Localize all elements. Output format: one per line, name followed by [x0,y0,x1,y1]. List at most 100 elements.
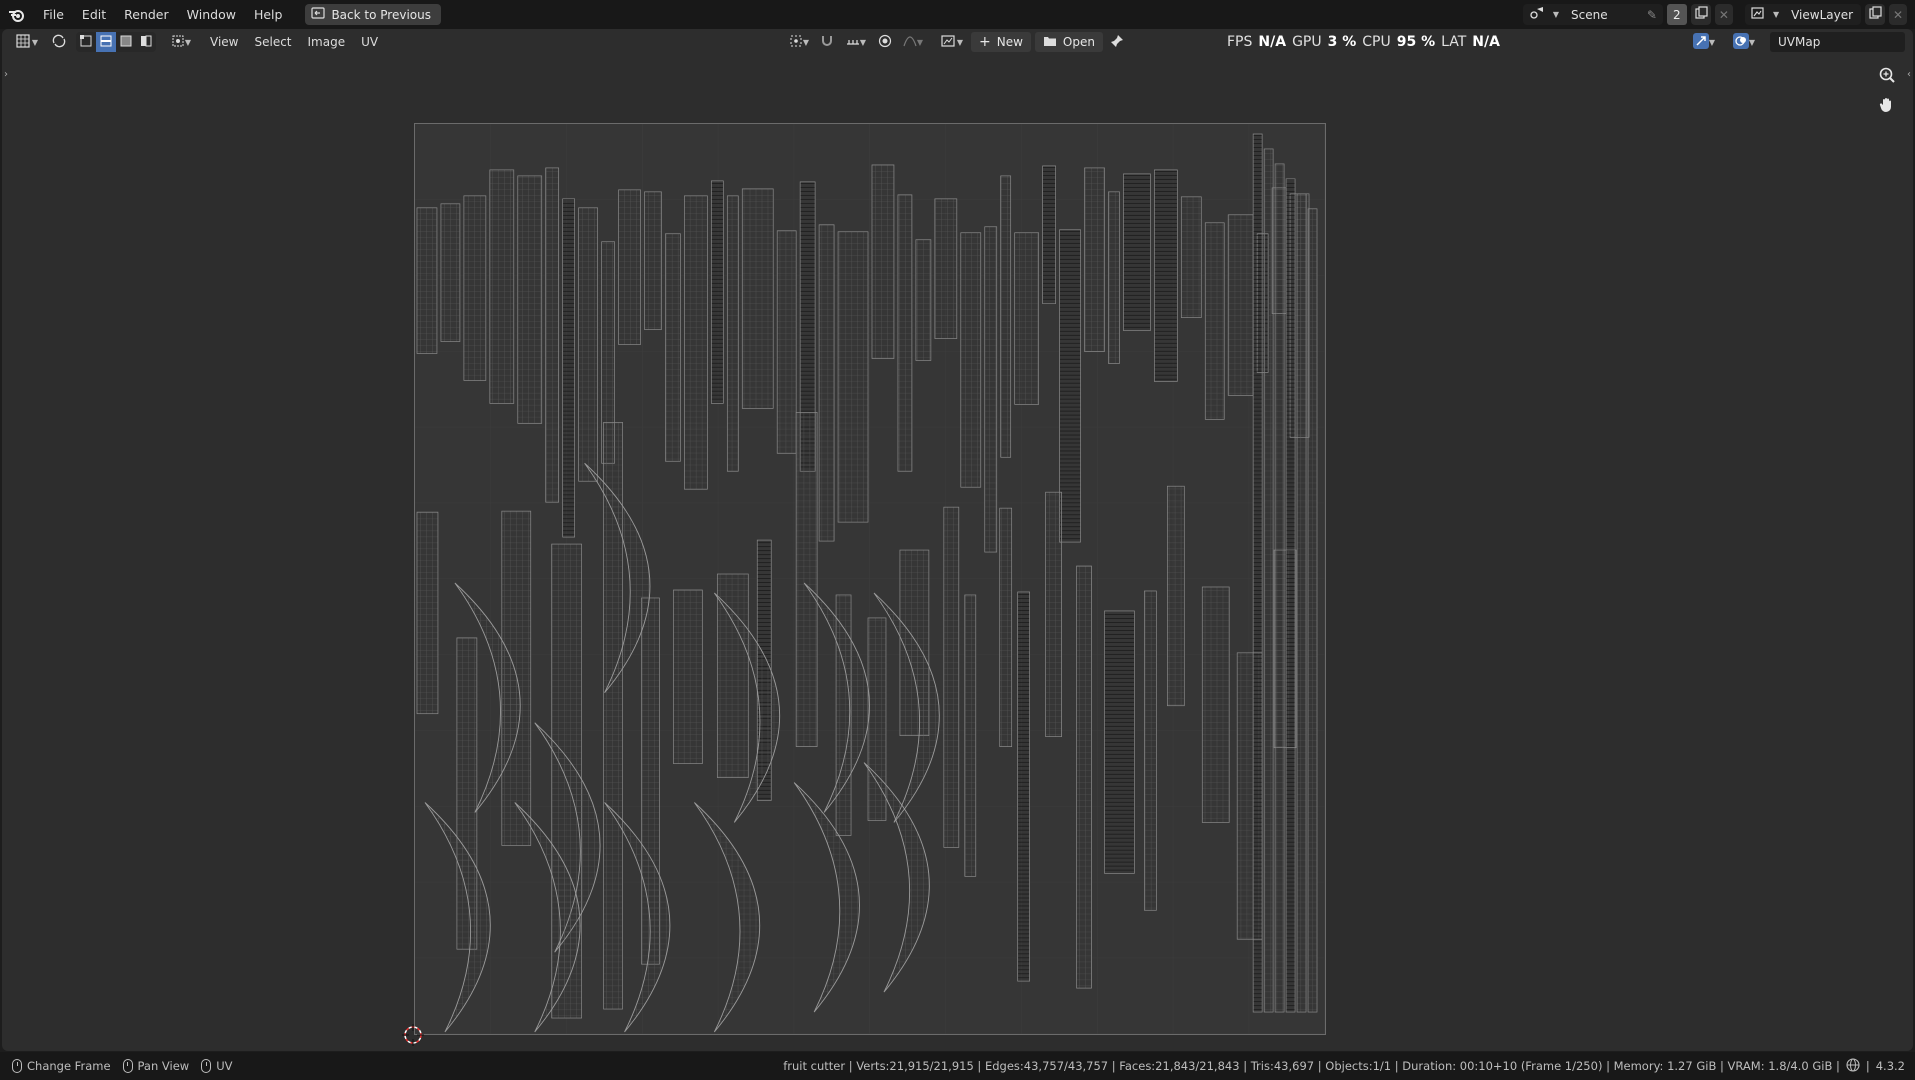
uv-island [1123,173,1151,331]
menu-view[interactable]: View [202,29,246,55]
uv-editor: ▼ ▼ View Select Image UV ▼ ▼ ▼ ▼ + New O… [2,29,1913,1051]
face-select-button[interactable] [116,32,136,52]
uv-island [1014,232,1039,405]
scene-name: Scene [1571,7,1608,22]
uv-island [818,224,835,542]
sync-selection-button[interactable] [48,32,70,52]
new-image-label: New [996,35,1023,49]
menu-image[interactable]: Image [300,29,354,55]
zoom-icon[interactable] [1875,63,1899,87]
menu-file[interactable]: File [34,0,73,29]
center-tools: ▼ ▼ ▼ ▼ + New Open [785,32,1127,52]
island-icon [140,35,152,50]
uv-island [1307,208,1318,1013]
gizmo-toggle-button[interactable]: ▼ [1687,32,1721,52]
uv-island [915,239,932,361]
screen-back-icon [311,7,326,22]
blender-logo-icon[interactable] [0,0,34,29]
toolbar-expand-arrow[interactable]: › [4,69,8,80]
gpu-label: GPU [1292,34,1322,50]
open-image-button[interactable]: Open [1034,32,1103,52]
uv-island [934,198,958,339]
top-right-controls: ▼ Scene ✎ 2 ✕ ▼ ViewLayer ✕ [1522,4,1907,25]
uv-island [1017,591,1030,982]
sticky-select-mode-button[interactable]: ▼ [166,32,196,52]
uv-island [1274,163,1285,1013]
cpu-value: 95 % [1396,34,1436,50]
uv-island [440,203,461,342]
new-viewlayer-button[interactable] [1864,4,1885,25]
vertex-icon [80,34,92,50]
pin-icon [1110,34,1124,51]
fps-value: N/A [1258,34,1287,50]
hint-change-frame: Change Frame [12,1059,111,1073]
lat-label: LAT [1441,34,1467,50]
uv-island [1144,590,1157,911]
scene-user-count: 2 [1666,4,1687,25]
menu-window[interactable]: Window [178,0,245,29]
delete-viewlayer-button[interactable]: ✕ [1888,4,1907,25]
uv-island [1166,485,1185,707]
new-image-button[interactable]: + New [971,32,1031,52]
island-select-button[interactable] [136,32,156,52]
menu-render[interactable]: Render [115,0,178,29]
editor-type-button[interactable]: ▼ [12,32,42,52]
menu-help[interactable]: Help [245,0,292,29]
snap-target-button[interactable]: ▼ [841,32,871,52]
hint-uv: UV [201,1059,233,1073]
uv-layout-canvas[interactable] [414,123,1326,1035]
uv-island [545,167,560,503]
cpu-label: CPU [1362,34,1391,50]
uv-island [618,189,641,345]
overlays-toggle-button[interactable]: ▼ [1727,32,1761,52]
proportional-falloff-button[interactable]: ▼ [899,32,927,52]
vertex-select-button[interactable] [76,32,96,52]
pin-icon[interactable]: ✎ [1647,8,1657,22]
uvmap-selector[interactable]: UVMap [1770,32,1905,52]
gizmo-icon [1692,32,1709,52]
uv-island [644,191,662,330]
menu-select[interactable]: Select [246,29,299,55]
pivot-point-button[interactable]: ▼ [785,32,813,52]
2d-cursor-icon[interactable] [402,1024,424,1046]
sidebar-expand-arrow[interactable]: ‹ [1907,69,1911,80]
uv-island [1000,175,1012,458]
pin-image-button[interactable] [1107,32,1127,52]
snap-toggle-button[interactable] [817,32,837,52]
uv-island [964,594,977,877]
edge-select-button[interactable] [96,32,116,52]
hint-label: UV [216,1059,233,1073]
snap-increment-icon [846,34,860,51]
chevron-down-icon: ▼ [1708,37,1716,47]
delete-scene-button[interactable]: ✕ [1714,4,1733,25]
uv-island [960,232,982,488]
new-scene-button[interactable] [1690,4,1711,25]
magnet-icon [820,34,834,51]
uv-island [710,180,724,404]
proportional-edit-button[interactable] [875,32,895,52]
viewlayer-selector[interactable]: ▼ ViewLayer [1744,4,1861,25]
uv-island [673,589,703,764]
folder-icon [1043,35,1057,50]
menu-uv[interactable]: UV [353,29,386,55]
uv-island [1154,169,1178,382]
uv-island [741,188,774,409]
selection-mode-group [76,32,156,52]
hand-pan-icon[interactable] [1875,93,1899,117]
chevron-down-icon: ▼ [956,37,964,47]
uv-island [665,233,681,462]
scene-selector[interactable]: ▼ Scene ✎ [1522,4,1663,25]
back-to-previous-button[interactable]: Back to Previous [305,4,441,25]
uv-island [416,511,439,715]
uv-island [1084,167,1105,352]
menu-edit[interactable]: Edit [73,0,115,29]
plus-icon: + [979,34,991,50]
image-browse-button[interactable]: ▼ [937,32,967,52]
overlays-icon [1732,32,1749,52]
mouse-left-icon [12,1059,22,1073]
globe-icon[interactable] [1846,1057,1860,1075]
separator: | [1865,1059,1870,1073]
mouse-right-icon [201,1059,212,1073]
uv-island [1104,610,1135,874]
statistics-text: fruit cutter | Verts:21,915/21,915 | Edg… [783,1059,1840,1073]
